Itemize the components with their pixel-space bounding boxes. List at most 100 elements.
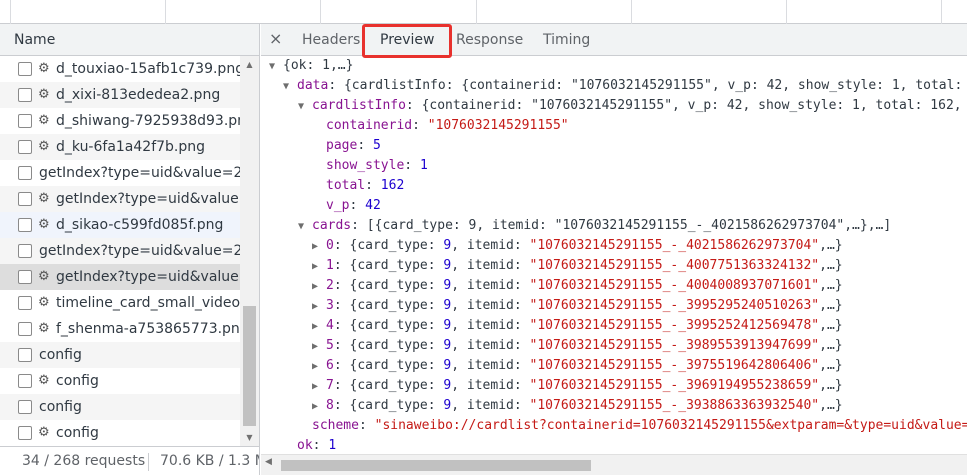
collapsed-icon[interactable]: ▶	[312, 297, 326, 317]
request-list-panel: Name ⚙ d_touxiao-15afb1c739.png ⚙ d_xixi-81…	[0, 24, 260, 475]
gear-icon: ⚙	[38, 425, 50, 440]
timeline-tick	[10, 0, 11, 24]
tree-field-total[interactable]: total: 162	[326, 176, 404, 196]
request-checkbox[interactable]	[18, 322, 32, 336]
request-checkbox[interactable]	[18, 400, 32, 414]
tree-field-ok[interactable]: ok: 1	[297, 436, 336, 454]
request-row[interactable]: getIndex?type=uid&value=21	[0, 160, 240, 186]
tree-node-card[interactable]: ▶ 1: {card_type: 9, itemid: "107603214529…	[312, 256, 843, 276]
collapsed-icon[interactable]: ▶	[312, 397, 326, 417]
scroll-up-icon[interactable]: ▲	[240, 56, 259, 73]
tree-field-page[interactable]: page: 5	[326, 136, 381, 156]
gear-icon: ⚙	[38, 139, 50, 154]
gear-icon: ⚙	[38, 113, 50, 128]
tree-node-card[interactable]: ▶ 6: {card_type: 9, itemid: "107603214529…	[312, 356, 843, 376]
request-checkbox[interactable]	[18, 166, 32, 180]
request-row[interactable]: ⚙ timeline_card_small_video_c	[0, 290, 240, 316]
tab-headers[interactable]: Headers	[302, 32, 360, 48]
tree-node-card[interactable]: ▶ 3: {card_type: 9, itemid: "107603214529…	[312, 296, 843, 316]
request-row[interactable]: config	[0, 394, 240, 420]
tree-node-card[interactable]: ▶ 7: {card_type: 9, itemid: "107603214529…	[312, 376, 843, 396]
collapsed-icon[interactable]: ▶	[312, 357, 326, 377]
request-checkbox[interactable]	[18, 270, 32, 284]
timeline-tick	[786, 0, 787, 24]
collapsed-icon[interactable]: ▶	[312, 277, 326, 297]
tree-root[interactable]: ▼ {ok: 1,…}	[269, 56, 353, 76]
timeline-tick	[165, 0, 166, 24]
tree-field-show-style[interactable]: show_style: 1	[326, 156, 428, 176]
name-column-header[interactable]: Name	[0, 24, 259, 56]
gear-icon: ⚙	[38, 373, 50, 388]
scroll-down-icon[interactable]: ▼	[240, 429, 259, 446]
request-checkbox[interactable]	[18, 426, 32, 440]
request-checkbox[interactable]	[18, 140, 32, 154]
request-checkbox[interactable]	[18, 348, 32, 362]
status-divider	[148, 453, 149, 471]
top-strip	[0, 0, 967, 24]
tree-node-card[interactable]: ▶ 0: {card_type: 9, itemid: "107603214529…	[312, 236, 843, 256]
tree-node-card[interactable]: ▶ 8: {card_type: 9, itemid: "107603214529…	[312, 396, 843, 416]
request-row[interactable]: getIndex?type=uid&value=21	[0, 238, 240, 264]
request-name: d_shiwang-7925938d93.png	[56, 113, 240, 129]
tree-field-v-p[interactable]: v_p: 42	[326, 196, 381, 216]
request-checkbox[interactable]	[18, 374, 32, 388]
close-icon[interactable]: ×	[269, 29, 282, 48]
request-row[interactable]: ⚙ getIndex?type=uid&value=	[0, 264, 240, 290]
scrollbar-thumb[interactable]	[243, 306, 256, 426]
request-checkbox[interactable]	[18, 296, 32, 310]
collapsed-icon[interactable]: ▶	[312, 317, 326, 337]
request-checkbox[interactable]	[18, 88, 32, 102]
request-row[interactable]: ⚙ config	[0, 420, 240, 446]
collapsed-icon[interactable]: ▶	[312, 377, 326, 397]
request-checkbox[interactable]	[18, 218, 32, 232]
tree-node-card[interactable]: ▶ 5: {card_type: 9, itemid: "107603214529…	[312, 336, 843, 356]
gear-icon: ⚙	[38, 191, 50, 206]
name-column-title: Name	[14, 32, 56, 48]
gear-icon: ⚙	[38, 269, 50, 284]
request-checkbox[interactable]	[18, 114, 32, 128]
request-row[interactable]: ⚙ d_shiwang-7925938d93.png	[0, 108, 240, 134]
gear-icon: ⚙	[38, 321, 50, 336]
request-row[interactable]: ⚙ d_xixi-813ededea2.png	[0, 82, 240, 108]
scroll-left-icon[interactable]: ◀	[265, 457, 272, 467]
collapsed-icon[interactable]: ▶	[312, 337, 326, 357]
request-name: config	[56, 425, 99, 441]
request-checkbox[interactable]	[18, 244, 32, 258]
expanded-icon[interactable]: ▼	[298, 217, 312, 237]
timeline-tick	[476, 0, 477, 24]
request-row[interactable]: ⚙ d_sikao-c599fd085f.png	[0, 212, 240, 238]
expanded-icon[interactable]: ▼	[298, 97, 312, 117]
detail-panel: × Headers Preview Response Timing ▼ {ok: …	[261, 24, 967, 475]
request-row[interactable]: ⚙ d_ku-6fa1a42f7b.png	[0, 134, 240, 160]
tree-node-cardlistinfo[interactable]: ▼ cardlistInfo: {containerid: "1076032145…	[298, 96, 967, 116]
preview-tab-highlight	[362, 24, 452, 58]
request-row[interactable]: ⚙ getIndex?type=uid&value=	[0, 186, 240, 212]
request-row[interactable]: ⚙ config	[0, 368, 240, 394]
gear-icon: ⚙	[38, 295, 50, 310]
expanded-icon[interactable]: ▼	[269, 57, 283, 77]
collapsed-icon[interactable]: ▶	[312, 257, 326, 277]
tab-response[interactable]: Response	[456, 32, 523, 48]
tree-field-containerid[interactable]: containerid: "1076032145291155"	[326, 116, 569, 136]
tree-node-card[interactable]: ▶ 4: {card_type: 9, itemid: "107603214529…	[312, 316, 843, 336]
request-name: config	[56, 373, 99, 389]
tree-node-cards[interactable]: ▼ cards: [{card_type: 9, itemid: "1076032…	[298, 216, 891, 236]
json-preview-tree: ▼ {ok: 1,…} ▼ data: {cardlistInfo: {contai…	[261, 56, 967, 454]
request-row[interactable]: config	[0, 342, 240, 368]
request-name: d_touxiao-15afb1c739.png	[56, 61, 240, 77]
tree-field-scheme[interactable]: scheme: "sinaweibo://cardlist?containeri…	[312, 416, 967, 436]
gear-icon: ⚙	[38, 61, 50, 76]
preview-horizontal-scrollbar[interactable]: ◀	[261, 454, 967, 475]
collapsed-icon[interactable]: ▶	[312, 237, 326, 257]
timeline-tick	[320, 0, 321, 24]
request-row[interactable]: ⚙ d_touxiao-15afb1c739.png	[0, 56, 240, 82]
tab-timing[interactable]: Timing	[543, 32, 590, 48]
request-checkbox[interactable]	[18, 192, 32, 206]
tree-node-card[interactable]: ▶ 2: {card_type: 9, itemid: "107603214529…	[312, 276, 843, 296]
request-row[interactable]: ⚙ f_shenma-a753865773.png	[0, 316, 240, 342]
scrollbar-thumb[interactable]	[281, 460, 591, 471]
request-checkbox[interactable]	[18, 62, 32, 76]
expanded-icon[interactable]: ▼	[283, 77, 297, 97]
request-list-scrollbar[interactable]: ▲ ▼	[240, 56, 259, 446]
tree-node-data[interactable]: ▼ data: {cardlistInfo: {containerid: "107…	[283, 76, 967, 96]
